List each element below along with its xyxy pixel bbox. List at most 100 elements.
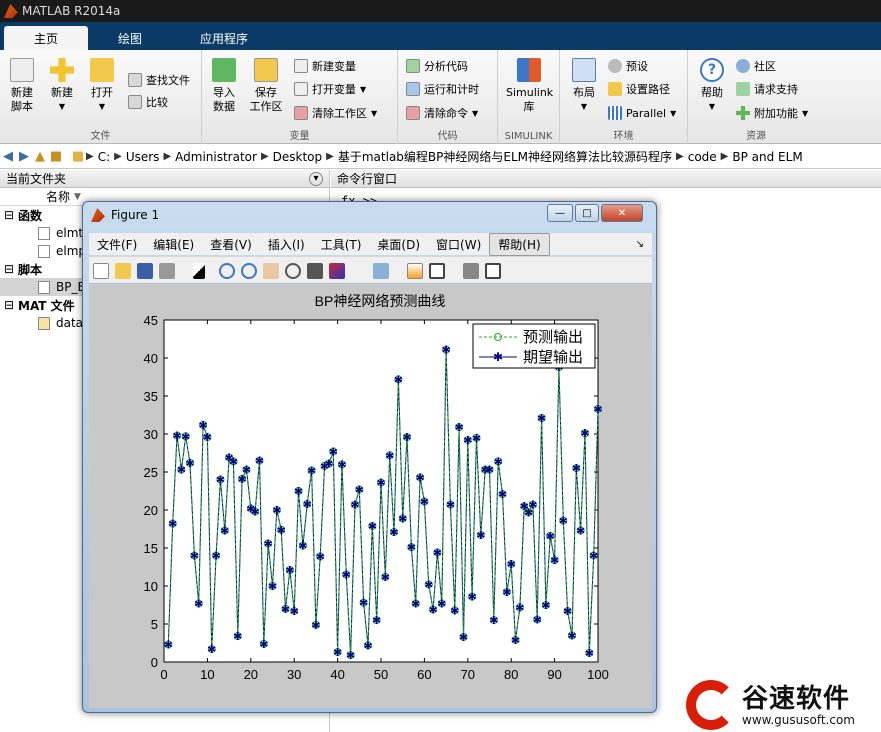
run-and-time-button[interactable]: 运行和计时 <box>406 79 479 99</box>
group-code-label: 代码 <box>437 131 458 142</box>
path-segment[interactable]: 基于matlab编程BP神经网络与ELM神经网络算法比较源码程序 <box>338 148 672 165</box>
save-workspace-button[interactable]: 保存 工作区 <box>246 58 286 114</box>
close-button[interactable]: ✕ <box>601 204 643 222</box>
zoom-out-icon[interactable] <box>241 263 257 279</box>
menu-insert[interactable]: 插入(I) <box>260 234 313 255</box>
new-figure-icon[interactable] <box>93 263 109 279</box>
menu-tools[interactable]: 工具(T) <box>313 234 370 255</box>
path-segment[interactable]: Desktop <box>273 150 323 164</box>
panel-options-icon[interactable]: ▾ <box>309 171 323 186</box>
group-environment-label: 环境 <box>613 131 634 142</box>
clear-commands-button[interactable]: 清除命令 ▼ <box>406 103 478 123</box>
data-point-expected: ✱ <box>203 431 212 444</box>
current-folder-title: 当前文件夹 <box>6 172 67 186</box>
menu-file[interactable]: 文件(F) <box>89 234 145 255</box>
x-tick-label: 20 <box>244 667 258 682</box>
x-tick-label: 40 <box>330 667 344 682</box>
colorbar-icon[interactable] <box>407 263 423 279</box>
browse-folder-icon[interactable]: ■ <box>48 149 64 164</box>
legend-marker-expected: ✱ <box>493 350 503 364</box>
save-icon[interactable] <box>137 263 153 279</box>
set-path-button[interactable]: 设置路径 <box>608 79 670 99</box>
watermark-brand: 谷速软件 <box>742 684 851 714</box>
analyze-code-button[interactable]: 分析代码 <box>406 56 468 76</box>
print-icon[interactable] <box>159 263 175 279</box>
request-support-button[interactable]: 请求支持 <box>736 79 798 99</box>
up-folder-icon[interactable]: ▲ <box>32 149 48 164</box>
menu-edit[interactable]: 编辑(E) <box>145 234 202 255</box>
import-icon <box>212 58 236 82</box>
compare-button[interactable]: 比较 <box>128 92 168 112</box>
open-file-icon[interactable] <box>115 263 131 279</box>
preferences-button[interactable]: 预设 <box>608 56 648 76</box>
new-script-button[interactable]: 新建 脚本 <box>2 58 42 114</box>
zoom-in-icon[interactable] <box>219 263 235 279</box>
y-tick-label: 10 <box>144 579 158 594</box>
data-point-expected: ✱ <box>359 597 368 610</box>
group-simulink-label: SIMULINK <box>504 131 553 142</box>
clear-workspace-button[interactable]: 清除工作区 ▼ <box>294 103 377 123</box>
show-plot-tools-icon[interactable] <box>485 263 501 279</box>
data-cursor-icon[interactable] <box>307 263 323 279</box>
minimize-button[interactable]: — <box>547 204 573 222</box>
open-variable-button[interactable]: 打开变量 ▼ <box>294 79 366 99</box>
menu-window[interactable]: 窗口(W) <box>428 234 489 255</box>
layout-button[interactable]: 布局 ▼ <box>564 58 604 114</box>
function-file-icon <box>38 244 50 258</box>
path-segment[interactable]: C: <box>98 150 110 164</box>
simulink-library-button[interactable]: Simulink 库 <box>506 58 553 114</box>
rotate-icon[interactable] <box>285 263 301 279</box>
help-button[interactable]: ? 帮助 ▼ <box>692 58 732 114</box>
new-variable-icon <box>294 59 308 73</box>
data-point-expected: ✱ <box>546 530 555 543</box>
y-tick-label: 45 <box>144 313 158 328</box>
data-point-expected: ✱ <box>268 580 277 593</box>
data-point-expected: ✱ <box>303 498 312 511</box>
data-point-expected: ✱ <box>580 427 589 440</box>
figure-window[interactable]: Figure 1 — □ ✕ 文件(F) 编辑(E) 查看(V) 插入(I) 工… <box>82 201 657 713</box>
address-bar: ◀ ▶ ▲ ■ ■ ▶ C: ▶ Users ▶ Administrator ▶ De… <box>0 145 881 169</box>
y-tick-label: 30 <box>144 427 158 442</box>
data-point-expected: ✱ <box>394 373 403 386</box>
import-data-button[interactable]: 导入 数据 <box>204 58 244 114</box>
tab-home[interactable]: 主页 <box>4 26 88 50</box>
path-segment[interactable]: Users <box>126 150 160 164</box>
parallel-button[interactable]: Parallel ▼ <box>608 103 676 123</box>
back-arrow-icon[interactable]: ◀ <box>0 149 16 164</box>
maximize-button[interactable]: □ <box>575 204 599 222</box>
menu-view[interactable]: 查看(V) <box>202 234 260 255</box>
hide-plot-tools-icon[interactable] <box>463 263 479 279</box>
new-variable-button[interactable]: 新建变量 <box>294 56 356 76</box>
community-button[interactable]: 社区 <box>736 56 776 76</box>
bp-prediction-chart[interactable]: BP神经网络预测曲线 0 10 20 30 40 50 60 70 80 90 100 0 5 10 15 2… <box>89 285 652 708</box>
pan-hand-icon[interactable] <box>263 263 279 279</box>
data-point-expected: ✱ <box>437 597 446 610</box>
data-point-expected: ✱ <box>572 462 581 475</box>
forward-arrow-icon[interactable]: ▶ <box>16 149 32 164</box>
find-files-button[interactable]: 查找文件 <box>128 70 190 90</box>
data-point-expected: ✱ <box>251 506 260 519</box>
tab-apps[interactable]: 应用程序 <box>172 26 276 50</box>
dock-arrow-icon[interactable]: ↘ <box>628 237 652 252</box>
menu-desktop[interactable]: 桌面(D) <box>369 234 428 255</box>
data-point-expected: ✱ <box>363 639 372 652</box>
path-segment[interactable]: code <box>688 150 717 164</box>
addons-button[interactable]: 附加功能 ▼ <box>736 103 808 123</box>
data-point-expected: ✱ <box>229 455 238 468</box>
plus-icon <box>736 106 750 120</box>
legend[interactable]: 预测输出 ✱ 期望输出 <box>472 323 596 369</box>
menu-help[interactable]: 帮助(H) <box>489 232 550 256</box>
data-point-expected: ✱ <box>502 586 511 599</box>
link-plot-icon[interactable] <box>373 263 389 279</box>
pointer-icon[interactable] <box>193 263 205 279</box>
path-segment[interactable]: Administrator <box>175 150 257 164</box>
legend-icon[interactable] <box>429 263 445 279</box>
script-file-icon <box>38 280 50 294</box>
open-variable-icon <box>294 82 308 96</box>
tab-plots[interactable]: 绘图 <box>88 26 172 50</box>
brush-icon[interactable] <box>329 263 345 279</box>
open-button[interactable]: 打开 ▼ <box>82 58 122 114</box>
new-button[interactable]: 新建 ▼ <box>42 58 82 114</box>
path-segment[interactable]: BP and ELM <box>732 150 802 164</box>
data-point-expected: ✱ <box>567 629 576 642</box>
